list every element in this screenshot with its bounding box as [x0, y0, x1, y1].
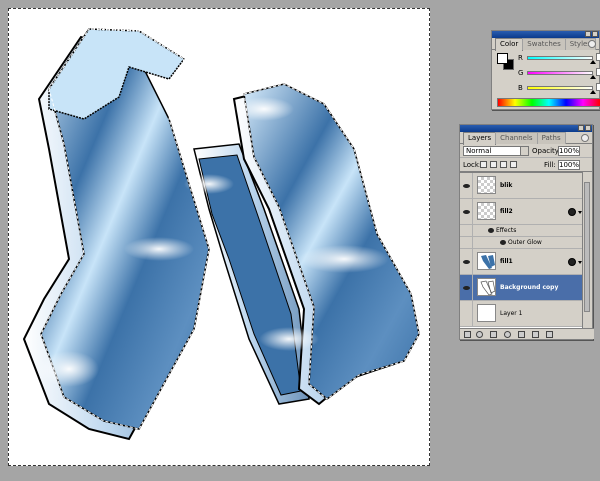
minimize-icon[interactable] [585, 31, 591, 37]
visibility-toggle[interactable] [460, 275, 473, 300]
layers-scrollbar[interactable] [582, 172, 591, 330]
color-palette-titlebar[interactable] [492, 31, 599, 38]
lock-all-icon[interactable] [510, 161, 517, 168]
palette-menu-icon[interactable] [588, 40, 596, 48]
outer-glow-label: Outer Glow [500, 239, 542, 246]
blend-mode-select[interactable]: Normal [463, 146, 529, 156]
layer-name: fill1 [500, 258, 513, 265]
fill-slider-arrow-icon[interactable] [580, 160, 588, 170]
blue-value-field[interactable] [596, 83, 600, 91]
letter-outline-thumbnail-icon [480, 280, 496, 296]
lock-position-icon[interactable] [500, 161, 507, 168]
layer-thumbnail [477, 176, 496, 194]
letter-artwork [22, 28, 420, 441]
layer-thumbnail [477, 278, 496, 296]
blend-options-row: Normal Opacity: 100% [460, 144, 592, 158]
layer-row[interactable]: fill1 [460, 249, 584, 275]
layer-thumbnail [477, 304, 496, 322]
green-value-field[interactable] [596, 68, 600, 76]
red-channel-slider[interactable]: R [518, 53, 600, 64]
tab-channels[interactable]: Channels [495, 132, 538, 144]
blue-gradient-bar[interactable] [527, 86, 593, 90]
blend-mode-value: Normal [466, 147, 492, 155]
close-icon[interactable] [592, 31, 598, 37]
eye-icon[interactable] [463, 260, 470, 264]
foreground-color-swatch[interactable] [497, 53, 508, 64]
fill-field[interactable]: 100% [558, 160, 580, 170]
lock-pixels-icon[interactable] [490, 161, 497, 168]
red-value-field[interactable] [596, 53, 600, 61]
channel-label-r: R [518, 54, 523, 62]
lock-transparency-icon[interactable] [480, 161, 487, 168]
green-channel-slider[interactable]: G [518, 68, 600, 79]
add-layer-style-icon[interactable] [476, 331, 483, 338]
tab-paths[interactable]: Paths [536, 132, 566, 144]
layer-name: fill2 [500, 208, 513, 215]
color-palette-tabs: Color Swatches Styles [492, 38, 599, 51]
chevron-down-icon[interactable] [520, 147, 528, 155]
lock-label: Lock: [463, 161, 482, 169]
color-spectrum-ramp[interactable] [497, 98, 600, 107]
layer-effects-icon[interactable] [568, 208, 576, 216]
layers-palette: Layers Channels Paths Normal Opacity: 10… [459, 124, 594, 340]
channel-label-g: G [518, 69, 524, 77]
visibility-toggle[interactable] [460, 173, 473, 198]
visibility-toggle[interactable] [460, 249, 473, 274]
visibility-toggle[interactable] [460, 199, 473, 224]
channel-label-b: B [518, 84, 523, 92]
layers-palette-tabs: Layers Channels Paths [460, 132, 592, 145]
effects-row[interactable]: Effects [460, 225, 584, 237]
eye-icon[interactable] [500, 240, 506, 245]
layer-row[interactable]: Layer 1 [460, 301, 584, 327]
letter-thumbnail-icon [481, 255, 495, 269]
adjustment-layer-icon[interactable] [504, 331, 511, 338]
layers-palette-titlebar[interactable] [460, 125, 592, 132]
layers-bottom-toolbar [460, 328, 594, 339]
effects-label: Effects [488, 227, 516, 234]
visibility-toggle[interactable] [460, 237, 473, 248]
eye-icon[interactable] [488, 228, 494, 233]
layer-row[interactable]: blik [460, 173, 584, 199]
layer-name: Background copy [500, 284, 559, 291]
visibility-toggle[interactable] [460, 225, 473, 236]
layer-effects-icon[interactable] [568, 258, 576, 266]
eye-icon[interactable] [463, 210, 470, 214]
opacity-value: 100% [559, 147, 580, 155]
opacity-slider-arrow-icon[interactable] [580, 146, 588, 156]
opacity-label: Opacity: [532, 147, 561, 155]
new-group-icon[interactable] [518, 331, 525, 338]
lock-fill-row: Lock: Fill: 100% [460, 158, 592, 172]
minimize-icon[interactable] [578, 125, 584, 131]
layer-row-selected[interactable]: Background copy [460, 275, 584, 301]
eye-icon[interactable] [463, 184, 470, 188]
fill-value: 100% [559, 161, 580, 169]
color-palette: Color Swatches Styles R G B [491, 30, 600, 110]
close-icon[interactable] [585, 125, 591, 131]
tab-swatches[interactable]: Swatches [522, 38, 566, 50]
fill-label: Fill: [544, 161, 556, 169]
layer-name: Layer 1 [500, 310, 523, 317]
green-gradient-bar[interactable] [527, 71, 593, 75]
red-gradient-bar[interactable] [527, 56, 593, 60]
trash-icon[interactable] [546, 331, 553, 338]
effect-outer-glow-row[interactable]: Outer Glow [460, 237, 584, 249]
link-layers-icon[interactable] [464, 331, 471, 338]
add-mask-icon[interactable] [490, 331, 497, 338]
opacity-field[interactable]: 100% [558, 146, 580, 156]
scrollbar-thumb[interactable] [584, 182, 590, 312]
layer-thumbnail [477, 252, 496, 270]
tab-color[interactable]: Color [495, 38, 524, 51]
eye-icon[interactable] [463, 286, 470, 290]
visibility-toggle[interactable] [460, 301, 473, 326]
layers-list: blik fill2 Effects Outer Glow fill1 Back… [460, 172, 584, 330]
document-canvas[interactable] [8, 8, 430, 466]
layer-thumbnail [477, 202, 496, 220]
palette-menu-icon[interactable] [581, 134, 589, 142]
layer-row[interactable]: fill2 [460, 199, 584, 225]
new-layer-icon[interactable] [532, 331, 539, 338]
blue-channel-slider[interactable]: B [518, 83, 600, 94]
layer-name: blik [500, 182, 513, 189]
